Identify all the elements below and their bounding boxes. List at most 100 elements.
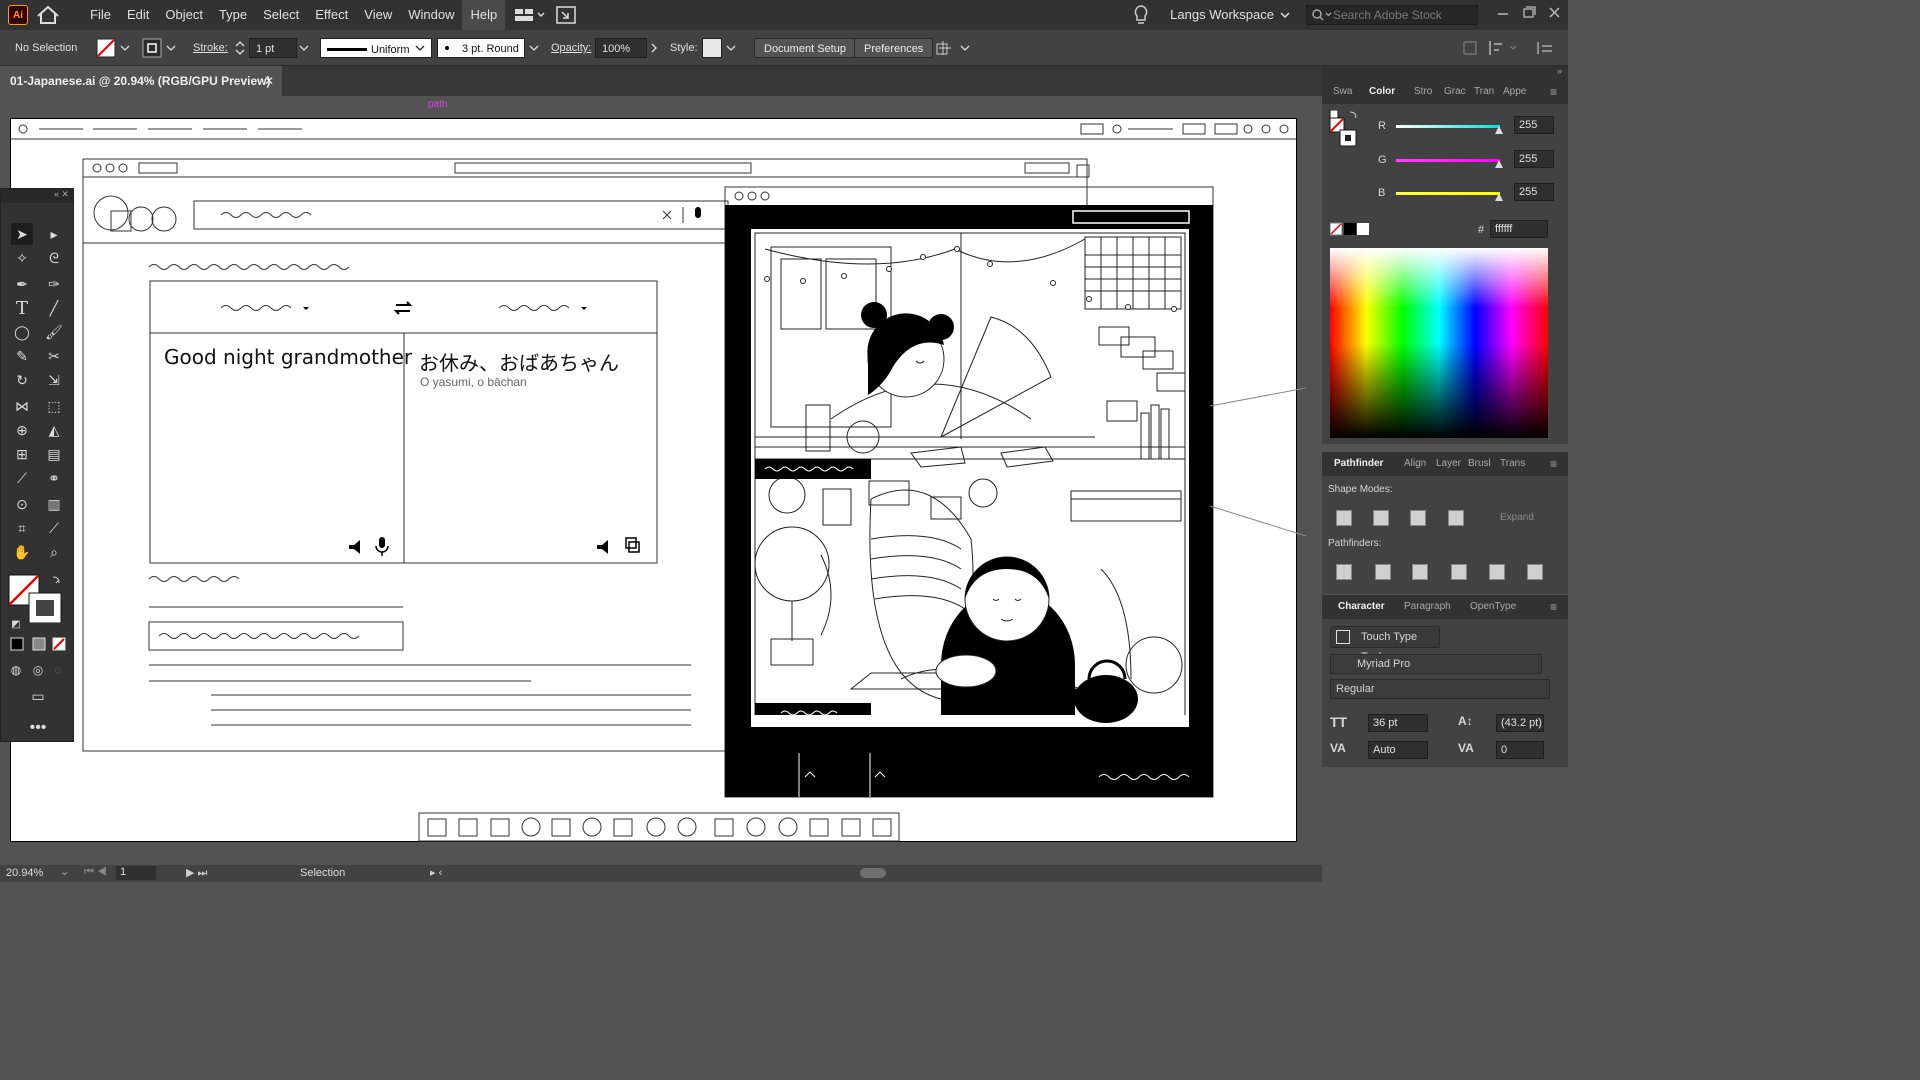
- target-text[interactable]: お休み、おばあちゃん: [419, 347, 619, 376]
- menu-window[interactable]: Window: [400, 0, 462, 30]
- adobe-stock-search[interactable]: Search Adobe Stock: [1306, 5, 1478, 25]
- lasso-tool-icon[interactable]: ᘓ: [43, 247, 65, 269]
- live-paint-tool-icon[interactable]: ◭: [43, 419, 65, 441]
- tab-swatches[interactable]: Swa: [1333, 80, 1352, 104]
- divide-icon[interactable]: [1336, 564, 1352, 580]
- tab-gradient[interactable]: Grac: [1444, 80, 1466, 104]
- romaji-text[interactable]: O yasumi, o bāchan: [420, 375, 527, 389]
- close-tab-icon[interactable]: ✕: [264, 66, 274, 96]
- font-size-input[interactable]: 36 pt: [1368, 714, 1428, 732]
- source-text[interactable]: Good night grandmother: [164, 345, 412, 369]
- stroke-label[interactable]: Stroke:: [193, 38, 228, 58]
- zoom-tool-icon[interactable]: ⌕: [43, 541, 65, 563]
- fill-stroke-mini[interactable]: [1328, 110, 1364, 160]
- opacity-input[interactable]: 100%: [595, 38, 647, 58]
- rotate-tool-icon[interactable]: ↻: [11, 369, 33, 391]
- direct-selection-tool-icon[interactable]: ▸: [43, 223, 65, 245]
- tracking-input[interactable]: 0: [1496, 741, 1544, 759]
- fill-swatch-none[interactable]: [96, 38, 116, 58]
- arrange-icon[interactable]: [935, 38, 971, 58]
- shape-builder-tool-icon[interactable]: ⊕: [11, 419, 33, 441]
- line-tool-icon[interactable]: ╱: [43, 297, 65, 319]
- tab-align[interactable]: Align: [1404, 452, 1426, 476]
- scissors-tool-icon[interactable]: ✂: [43, 345, 65, 367]
- brush-definition[interactable]: 3 pt. Round: [437, 38, 525, 58]
- tab-brushes[interactable]: Brusl: [1468, 452, 1491, 476]
- menu-file[interactable]: File: [82, 0, 119, 30]
- g-slider-track[interactable]: [1396, 159, 1500, 162]
- magic-wand-tool-icon[interactable]: ✧: [11, 247, 33, 269]
- color-mode-buttons[interactable]: [9, 637, 69, 651]
- panels-collapse[interactable]: »: [1322, 66, 1568, 80]
- toolbar-header[interactable]: « ✕: [1, 189, 73, 203]
- hex-value-input[interactable]: ffffff: [1490, 220, 1548, 238]
- hand-tool-icon[interactable]: ✋: [11, 541, 33, 563]
- lightbulb-icon[interactable]: [1126, 0, 1156, 30]
- stroke-swatch[interactable]: [142, 38, 162, 58]
- minus-back-icon[interactable]: [1527, 564, 1543, 580]
- minimize-icon[interactable]: [1490, 0, 1516, 30]
- panel-menu-icon[interactable]: ≡: [1550, 595, 1557, 619]
- tab-transform[interactable]: Trans: [1500, 452, 1525, 476]
- menu-help[interactable]: Help: [462, 0, 506, 30]
- gradient-tool-icon[interactable]: ▤: [43, 443, 65, 465]
- home-icon[interactable]: [28, 0, 68, 30]
- restore-icon[interactable]: [1516, 0, 1542, 30]
- b-slider-track[interactable]: [1396, 192, 1500, 195]
- tab-color[interactable]: Color: [1369, 80, 1395, 104]
- artboard-nav-last-icon[interactable]: ▶ ⏭: [186, 866, 207, 880]
- tab-paragraph[interactable]: Paragraph: [1404, 595, 1451, 619]
- menu-edit[interactable]: Edit: [119, 0, 157, 30]
- tab-character[interactable]: Character: [1338, 595, 1385, 619]
- b-value-input[interactable]: 255: [1514, 183, 1554, 201]
- tab-opentype[interactable]: OpenType: [1470, 595, 1516, 619]
- document-setup-button[interactable]: Document Setup: [754, 38, 856, 58]
- font-style-select[interactable]: Regular: [1330, 679, 1550, 699]
- pen-tool-icon[interactable]: ✒: [11, 273, 33, 295]
- panel-menu-icon[interactable]: ≡: [1550, 452, 1557, 476]
- kerning-input[interactable]: Auto: [1368, 741, 1428, 759]
- type-tool-icon[interactable]: T: [11, 297, 33, 319]
- blend-tool-icon[interactable]: ⚭: [43, 467, 65, 489]
- artboard-number-input[interactable]: 1: [116, 866, 156, 880]
- arrange-documents-icon[interactable]: [505, 0, 551, 30]
- chevron-right-icon[interactable]: [648, 38, 660, 58]
- selection-tool-icon[interactable]: ➤: [11, 223, 33, 245]
- stroke-weight-input[interactable]: 1 pt: [249, 38, 297, 58]
- r-slider-track[interactable]: [1396, 125, 1500, 128]
- workspace-switcher[interactable]: Langs Workspace: [1162, 0, 1278, 30]
- exclude-icon[interactable]: [1448, 510, 1464, 526]
- draw-inside-icon[interactable]: ◌: [47, 659, 69, 681]
- screen-mode-icon[interactable]: ▭: [27, 685, 49, 707]
- g-value-input[interactable]: 255: [1514, 150, 1554, 168]
- free-transform-tool-icon[interactable]: ⬚: [43, 395, 65, 417]
- outline-icon[interactable]: [1489, 564, 1505, 580]
- chevron-down-icon[interactable]: [1278, 0, 1292, 30]
- edit-toolbar-icon[interactable]: •••: [27, 717, 49, 739]
- graphic-style-swatch[interactable]: [702, 38, 722, 58]
- tab-pathfinder[interactable]: Pathfinder: [1334, 452, 1383, 476]
- unite-icon[interactable]: [1336, 510, 1352, 526]
- chevron-down-icon[interactable]: [119, 38, 131, 58]
- column-graph-tool-icon[interactable]: ▥: [43, 493, 65, 515]
- ellipse-tool-icon[interactable]: ◯: [11, 321, 33, 343]
- status-menu-icon[interactable]: ▸ ‹: [430, 866, 442, 879]
- minus-front-icon[interactable]: [1373, 510, 1389, 526]
- leading-input[interactable]: (43.2 pt): [1496, 714, 1544, 732]
- chevron-down-icon[interactable]: [165, 38, 177, 58]
- chevron-down-icon[interactable]: [528, 38, 540, 58]
- scale-tool-icon[interactable]: ⇲: [43, 369, 65, 391]
- menu-view[interactable]: View: [356, 0, 400, 30]
- panel-menu-icon[interactable]: ≡: [1550, 80, 1557, 104]
- stepper-icon[interactable]: [234, 38, 246, 58]
- default-colors-icon[interactable]: ◩: [5, 613, 27, 635]
- expand-button[interactable]: Expand: [1500, 512, 1534, 523]
- paintbrush-tool-icon[interactable]: 🖌: [43, 321, 65, 343]
- trim-icon[interactable]: [1375, 564, 1391, 580]
- tab-stroke[interactable]: Stro: [1414, 80, 1432, 104]
- tab-layers[interactable]: Layer: [1436, 452, 1461, 476]
- font-family-select[interactable]: Myriad Pro: [1330, 654, 1542, 674]
- menu-type[interactable]: Type: [211, 0, 255, 30]
- quick-swatches[interactable]: [1330, 222, 1370, 236]
- app-logo[interactable]: Ai: [8, 5, 28, 25]
